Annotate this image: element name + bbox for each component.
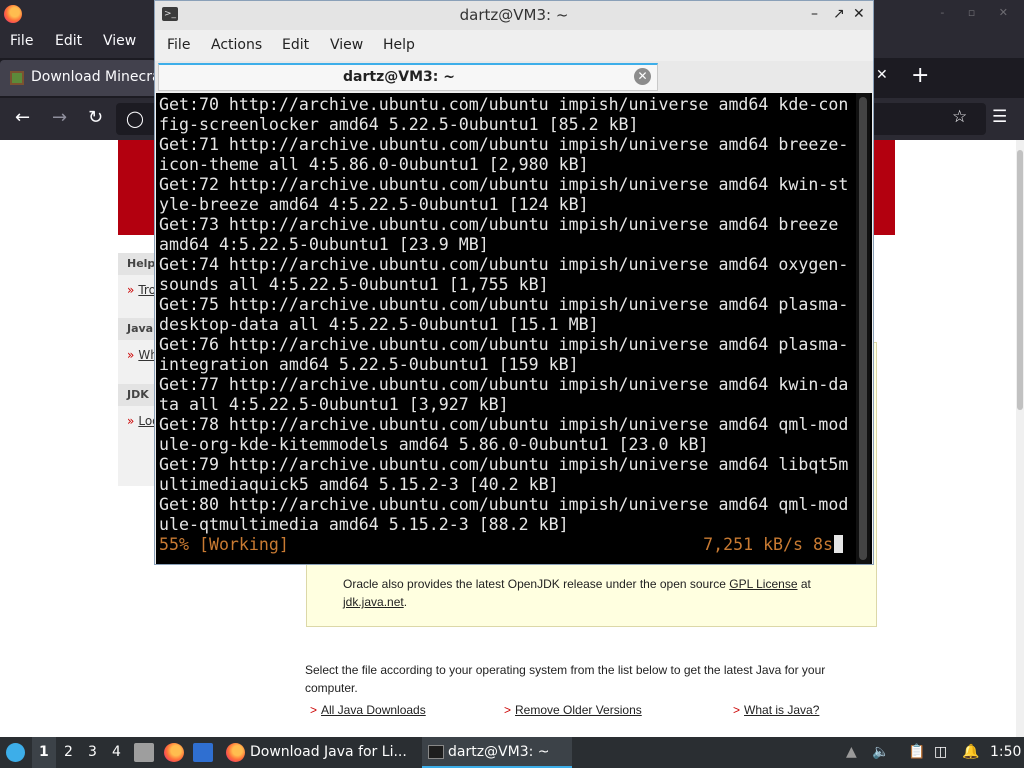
workspace-1[interactable]: 1: [39, 744, 49, 760]
reload-icon[interactable]: ↻: [88, 107, 103, 128]
firefox-icon: [226, 743, 245, 762]
volume-icon[interactable]: 🔈: [872, 744, 889, 760]
browser-tab-label: Download Minecra: [31, 69, 161, 85]
close-button[interactable]: ✕: [853, 6, 865, 22]
workspace-2[interactable]: 2: [64, 744, 73, 760]
task-terminal-label: dartz@VM3: ~: [448, 744, 550, 760]
terminal-line: Get:74 http://archive.ubuntu.com/ubuntu …: [159, 255, 849, 274]
terminal-line: yle-breeze amd64 4:5.22.5-0ubuntu1 [124 …: [159, 195, 589, 214]
link-arrow-icon: »: [127, 348, 135, 362]
jdk-java-net-link[interactable]: jdk.java.net: [343, 595, 404, 609]
star-icon[interactable]: ☆: [952, 107, 967, 127]
page-scrollbar-thumb[interactable]: [1017, 150, 1023, 410]
task-terminal[interactable]: dartz@VM3: ~: [422, 737, 572, 768]
terminal-line: sounds all 4:5.22.5-0ubuntu1 [1,755 kB]: [159, 275, 549, 294]
notifications-icon[interactable]: 🔔: [962, 744, 979, 760]
link-arrow-icon: »: [127, 283, 135, 297]
shield-icon[interactable]: ◯: [126, 109, 144, 128]
gpl-license-link[interactable]: GPL License: [729, 577, 797, 591]
desktop-icon[interactable]: [193, 743, 213, 762]
terminal-line: Get:70 http://archive.ubuntu.com/ubuntu …: [159, 95, 849, 114]
terminal-line: Get:76 http://archive.ubuntu.com/ubuntu …: [159, 335, 849, 354]
terminal-title: dartz@VM3: ~: [459, 6, 569, 24]
minimize-button[interactable]: –: [811, 6, 818, 22]
firefox-icon: [4, 5, 22, 23]
terminal-line: Get:75 http://archive.ubuntu.com/ubuntu …: [159, 295, 849, 314]
menu-edit[interactable]: Edit: [55, 33, 82, 49]
terminal-line: Get:80 http://archive.ubuntu.com/ubuntu …: [159, 495, 849, 514]
sidebar-link-help[interactable]: » Tro: [127, 283, 156, 297]
terminal-scrollbar[interactable]: [856, 93, 870, 564]
forward-icon[interactable]: →: [52, 107, 67, 128]
start-menu-icon[interactable]: [6, 743, 25, 762]
terminal-line: Get:73 http://archive.ubuntu.com/ubuntu …: [159, 215, 839, 234]
terminal-line: desktop-data all 4:5.22.5-0ubuntu1 [15.1…: [159, 315, 599, 334]
terminal-menu-file[interactable]: File: [167, 37, 190, 53]
minecraft-tab-icon: [10, 71, 24, 85]
terminal-line: fig-screenlocker amd64 5.22.5-0ubuntu1 […: [159, 115, 639, 134]
terminal-output[interactable]: Get:70 http://archive.ubuntu.com/ubuntu …: [156, 93, 872, 564]
taskbar: 1 2 3 4 Download Java for Li... dartz@VM…: [0, 737, 1024, 768]
terminal-line: ule-qtmultimedia amd64 5.15.2-3 [88.2 kB…: [159, 515, 569, 534]
terminal-line: Get:77 http://archive.ubuntu.com/ubuntu …: [159, 375, 849, 394]
back-icon[interactable]: ←: [15, 107, 30, 128]
terminal-tab-label: dartz@VM3: ~: [343, 69, 455, 85]
terminal-icon: [428, 745, 444, 759]
clock[interactable]: 1:50: [990, 744, 1021, 760]
close-tab-icon[interactable]: ✕: [876, 67, 888, 83]
updates-icon[interactable]: ▲: [846, 744, 857, 760]
terminal-menubar: File Actions Edit View Help: [155, 31, 873, 60]
terminal-menu-edit[interactable]: Edit: [282, 37, 309, 53]
network-icon[interactable]: ◫: [934, 744, 947, 760]
apt-progress-status: 55% [Working]: [159, 535, 289, 554]
all-java-downloads-link[interactable]: > All Java Downloads: [310, 703, 426, 717]
link-arrow-icon: »: [127, 414, 135, 428]
terminal-line: ultimediaquick5 amd64 5.15.2-3 [40.2 kB]: [159, 475, 559, 494]
terminal-line: Get:78 http://archive.ubuntu.com/ubuntu …: [159, 415, 849, 434]
openjdk-note-text: Oracle also provides the latest OpenJDK …: [343, 577, 811, 609]
page-scrollbar[interactable]: [1016, 140, 1024, 737]
terminal-window[interactable]: >_ dartz@VM3: ~ – ↗ ✕ File Actions Edit …: [154, 0, 874, 565]
menu-file[interactable]: File: [10, 33, 33, 49]
firefox-launcher-icon[interactable]: [164, 743, 184, 762]
firefox-window-buttons[interactable]: - ▫ ✕: [940, 6, 1018, 19]
file-manager-icon[interactable]: [134, 743, 154, 762]
terminal-line: ule-org-kde-kitemmodels amd64 5.86.0-0ub…: [159, 435, 709, 454]
task-firefox[interactable]: Download Java for Li...: [224, 737, 414, 768]
terminal-menu-view[interactable]: View: [330, 37, 363, 53]
terminal-line: amd64 4:5.22.5-0ubuntu1 [23.9 MB]: [159, 235, 489, 254]
terminal-tabbar: dartz@VM3: ~ ✕: [155, 61, 873, 92]
terminal-lines: Get:70 http://archive.ubuntu.com/ubuntu …: [159, 95, 849, 535]
browser-tab[interactable]: Download Minecra: [0, 60, 161, 96]
workspace-3[interactable]: 3: [88, 744, 97, 760]
terminal-cursor: [834, 535, 843, 553]
terminal-line: icon-theme all 4:5.86.0-0ubuntu1 [2,980 …: [159, 155, 589, 174]
terminal-line: Get:79 http://archive.ubuntu.com/ubuntu …: [159, 455, 849, 474]
menu-view[interactable]: View: [103, 33, 136, 49]
menu-icon[interactable]: ☰: [992, 107, 1007, 127]
close-tab-icon[interactable]: ✕: [634, 68, 651, 85]
terminal-menu-help[interactable]: Help: [383, 37, 415, 53]
terminal-menu-actions[interactable]: Actions: [211, 37, 262, 53]
maximize-button[interactable]: ↗: [833, 6, 845, 22]
new-tab-button[interactable]: +: [911, 63, 929, 88]
select-file-text: Select the file according to your operat…: [305, 663, 826, 695]
terminal-scrollbar-thumb[interactable]: [859, 97, 867, 560]
terminal-line: integration amd64 5.22.5-0ubuntu1 [159 k…: [159, 355, 579, 374]
workspace-4[interactable]: 4: [112, 744, 121, 760]
apt-progress-line: 55% [Working] 7,251 kB/s 8s: [159, 535, 849, 555]
terminal-tab[interactable]: dartz@VM3: ~ ✕: [158, 63, 658, 91]
terminal-line: ta all 4:5.22.5-0ubuntu1 [3,927 kB]: [159, 395, 509, 414]
terminal-line: Get:71 http://archive.ubuntu.com/ubuntu …: [159, 135, 849, 154]
clipboard-icon[interactable]: 📋: [908, 744, 925, 760]
what-is-java-link[interactable]: > What is Java?: [733, 703, 819, 717]
terminal-line: Get:72 http://archive.ubuntu.com/ubuntu …: [159, 175, 849, 194]
terminal-titlebar[interactable]: >_ dartz@VM3: ~ – ↗ ✕: [155, 1, 873, 30]
task-firefox-label: Download Java for Li...: [250, 744, 407, 760]
apt-download-speed: 7,251 kB/s 8s: [703, 535, 843, 555]
remove-older-versions-link[interactable]: > Remove Older Versions: [504, 703, 642, 717]
